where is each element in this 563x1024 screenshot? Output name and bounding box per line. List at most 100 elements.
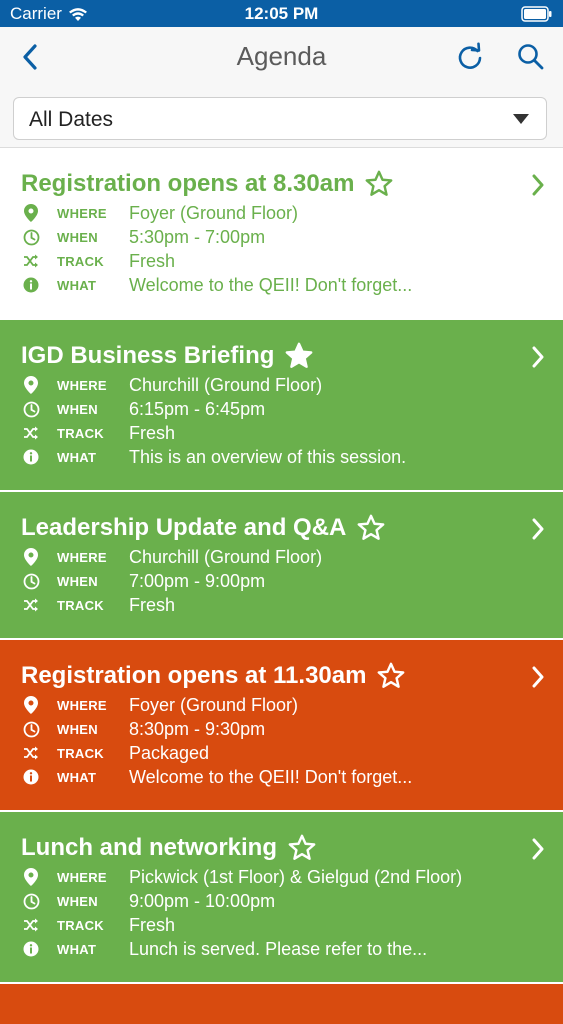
shuffle-icon xyxy=(22,424,40,442)
session-title-text: Registration opens at 11.30am xyxy=(21,662,367,689)
where-label: WHERE xyxy=(57,869,107,885)
star-outline-icon[interactable] xyxy=(287,834,317,862)
dropdown-arrow-icon xyxy=(513,114,529,124)
session-item[interactable]: IGD Business Briefing WHERE Churchill (G… xyxy=(0,320,563,492)
clock-icon xyxy=(22,400,40,418)
track-row: TRACK Packaged xyxy=(22,741,209,765)
where-value: Foyer (Ground Floor) xyxy=(129,694,299,715)
what-value: Lunch is served. Please refer to the... xyxy=(129,938,428,959)
info-icon xyxy=(22,940,40,958)
location-pin-icon xyxy=(22,376,40,394)
session-title: IGD Business Briefing xyxy=(21,342,314,370)
where-row: WHERE Pickwick (1st Floor) & Gielgud (2n… xyxy=(22,865,462,889)
what-label: WHAT xyxy=(57,941,97,957)
session-item[interactable]: Registration opens at 11.30am WHERE Foye… xyxy=(0,640,563,812)
when-value: 8:30pm - 9:30pm xyxy=(129,718,266,739)
when-value: 5:30pm - 7:00pm xyxy=(129,226,266,247)
navigation-bar: Agenda xyxy=(0,27,563,87)
when-label: WHEN xyxy=(57,721,98,737)
track-row: TRACK Fresh xyxy=(22,249,175,273)
chevron-right-icon[interactable] xyxy=(531,666,545,688)
where-row: WHERE Churchill (Ground Floor) xyxy=(22,545,322,569)
when-value: 7:00pm - 9:00pm xyxy=(129,570,266,591)
track-value: Packaged xyxy=(129,742,210,763)
track-row: TRACK Fresh xyxy=(22,593,175,617)
where-label: WHERE xyxy=(57,205,107,221)
date-filter-value: All Dates xyxy=(29,108,114,131)
clock-icon xyxy=(22,720,40,738)
star-outline-icon[interactable] xyxy=(376,662,406,690)
track-label: TRACK xyxy=(57,425,104,441)
when-row: WHEN 6:15pm - 6:45pm xyxy=(22,397,265,421)
chevron-right-icon[interactable] xyxy=(531,838,545,860)
star-outline-icon[interactable] xyxy=(364,170,394,198)
session-title: Leadership Update and Q&A xyxy=(21,514,386,542)
search-button[interactable] xyxy=(513,39,549,75)
refresh-icon xyxy=(458,42,482,69)
session-item[interactable]: Registration opens at 8.30am WHERE Foyer… xyxy=(0,148,563,320)
location-pin-icon xyxy=(22,204,40,222)
what-value: This is an overview of this session. xyxy=(129,446,407,467)
what-value: Welcome to the QEII! Don't forget... xyxy=(129,766,413,787)
track-value: Fresh xyxy=(129,594,176,615)
where-value: Pickwick (1st Floor) & Gielgud (2nd Floo… xyxy=(129,866,463,887)
when-row: WHEN 8:30pm - 9:30pm xyxy=(22,717,265,741)
chevron-right-icon[interactable] xyxy=(531,518,545,540)
where-value: Churchill (Ground Floor) xyxy=(129,374,323,395)
agenda-list: Registration opens at 8.30am WHERE Foyer… xyxy=(0,148,563,1024)
where-label: WHERE xyxy=(57,377,107,393)
chevron-right-icon[interactable] xyxy=(531,174,545,196)
session-title-text: Lunch and networking xyxy=(21,834,277,861)
clock-icon xyxy=(22,572,40,590)
clock: 12:05 PM xyxy=(244,4,319,23)
where-value: Foyer (Ground Floor) xyxy=(129,202,299,223)
location-pin-icon xyxy=(22,696,40,714)
what-row: WHAT Welcome to the QEII! Don't forget..… xyxy=(22,273,412,297)
battery-icon xyxy=(521,6,553,27)
shuffle-icon xyxy=(22,744,40,762)
when-label: WHEN xyxy=(57,893,98,909)
session-title-text: Registration opens at 8.30am xyxy=(21,170,355,197)
shuffle-icon xyxy=(22,596,40,614)
info-icon xyxy=(22,276,40,294)
session-title-text: IGD Business Briefing xyxy=(21,342,275,369)
info-icon xyxy=(22,448,40,466)
track-label: TRACK xyxy=(57,917,104,933)
shuffle-icon xyxy=(22,916,40,934)
session-item[interactable] xyxy=(0,984,563,1024)
track-label: TRACK xyxy=(57,597,104,613)
star-filled-icon[interactable] xyxy=(284,342,314,370)
when-label: WHEN xyxy=(57,401,98,417)
chevron-right-icon[interactable] xyxy=(531,346,545,368)
when-row: WHEN 7:00pm - 9:00pm xyxy=(22,569,265,593)
what-row: WHAT Lunch is served. Please refer to th… xyxy=(22,937,427,961)
where-row: WHERE Churchill (Ground Floor) xyxy=(22,373,322,397)
when-label: WHEN xyxy=(57,573,98,589)
search-icon xyxy=(518,44,544,70)
refresh-button[interactable] xyxy=(452,39,488,75)
filter-bar: All Dates xyxy=(0,87,563,148)
location-pin-icon xyxy=(22,548,40,566)
track-value: Fresh xyxy=(129,914,176,935)
where-label: WHERE xyxy=(57,697,107,713)
session-item[interactable]: Lunch and networking WHERE Pickwick (1st… xyxy=(0,812,563,984)
track-label: TRACK xyxy=(57,745,104,761)
where-value: Churchill (Ground Floor) xyxy=(129,546,323,567)
track-value: Fresh xyxy=(129,250,176,271)
what-label: WHAT xyxy=(57,449,97,465)
where-row: WHERE Foyer (Ground Floor) xyxy=(22,693,298,717)
star-outline-icon[interactable] xyxy=(356,514,386,542)
session-title: Lunch and networking xyxy=(21,834,317,862)
date-filter-select[interactable]: All Dates xyxy=(13,97,547,140)
what-label: WHAT xyxy=(57,277,97,293)
when-value: 6:15pm - 6:45pm xyxy=(129,398,266,419)
location-pin-icon xyxy=(22,868,40,886)
what-value: Welcome to the QEII! Don't forget... xyxy=(129,274,413,295)
status-bar: Carrier 12:05 PM xyxy=(0,0,563,27)
where-row: WHERE Foyer (Ground Floor) xyxy=(22,201,298,225)
what-label: WHAT xyxy=(57,769,97,785)
where-label: WHERE xyxy=(57,549,107,565)
session-title: Registration opens at 11.30am xyxy=(21,662,406,690)
what-row: WHAT This is an overview of this session… xyxy=(22,445,406,469)
session-item[interactable]: Leadership Update and Q&A WHERE Churchil… xyxy=(0,492,563,640)
